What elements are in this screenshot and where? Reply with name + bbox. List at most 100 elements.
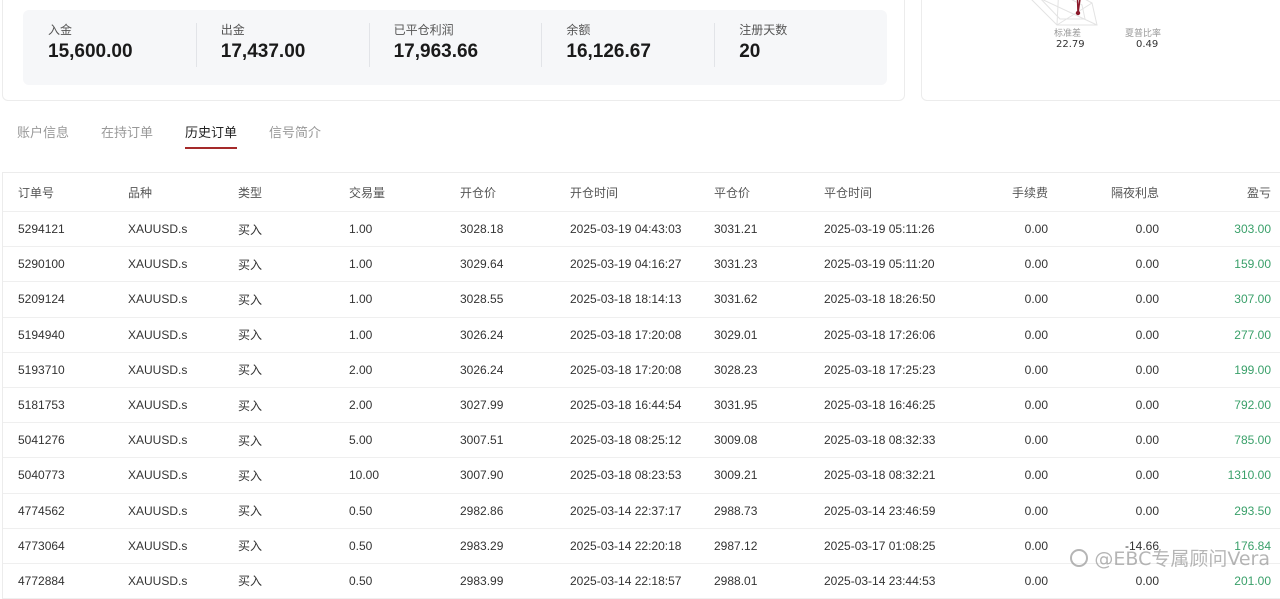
- cell-order-id: 5209124: [18, 292, 65, 307]
- cell-open-price: 3028.18: [460, 222, 504, 237]
- cell-close-price: 3031.21: [714, 222, 758, 237]
- cell-swap: 0.00: [1135, 433, 1159, 448]
- column-header-order-id[interactable]: 订单号: [18, 173, 54, 211]
- cell-close-price: 3029.01: [714, 327, 758, 342]
- cell-fee: 0.00: [1024, 398, 1048, 413]
- cell-volume: 0.50: [349, 573, 373, 588]
- cell-open-time: 2025-03-18 16:44:54: [570, 398, 682, 413]
- cell-fee: 0.00: [1024, 292, 1048, 307]
- column-header-pnl[interactable]: 盈亏: [1247, 173, 1271, 211]
- cell-swap: 0.00: [1135, 257, 1159, 272]
- cell-symbol: XAUUSD.s: [128, 362, 188, 377]
- cell-order-id: 5194940: [18, 327, 65, 342]
- radar-label-stddev: 标准差: [1054, 29, 1082, 39]
- stat-label: 注册天数: [739, 23, 788, 37]
- table-row[interactable]: 5290100 XAUUSD.s 买入 1.00 3029.64 2025-03-19 0…: [3, 247, 1280, 283]
- cell-open-time: 2025-03-18 17:20:08: [570, 327, 682, 342]
- column-header-type[interactable]: 类型: [238, 173, 262, 211]
- cell-order-id: 5294121: [18, 222, 65, 237]
- cell-close-time: 2025-03-19 05:11:26: [824, 222, 935, 237]
- cell-fee: 0.00: [1024, 573, 1048, 588]
- tab-signal-intro[interactable]: 信号简介: [269, 122, 321, 149]
- cell-pnl: 785.00: [1234, 433, 1271, 448]
- cell-open-price: 2983.29: [460, 538, 504, 553]
- column-header-swap[interactable]: 隔夜利息: [1111, 173, 1159, 211]
- column-header-close-time[interactable]: 平仓时间: [824, 173, 872, 211]
- cell-pnl: 159.00: [1234, 257, 1271, 272]
- tab-account-info[interactable]: 账户信息: [17, 122, 69, 149]
- cell-open-time: 2025-03-14 22:18:57: [570, 573, 682, 588]
- radar-point: [1075, 10, 1081, 16]
- cell-type: 买入: [238, 328, 263, 343]
- table-header-row: 订单号 品种 类型 交易量 开仓价 开仓时间 平仓价 平仓时间 手续费 隔夜利息…: [3, 173, 1280, 212]
- cell-type: 买入: [238, 257, 263, 272]
- cell-close-price: 2988.01: [714, 573, 758, 588]
- table-row[interactable]: 5194940 XAUUSD.s 买入 1.00 3026.24 2025-03-18 1…: [3, 318, 1280, 353]
- cell-order-id: 5181753: [18, 398, 65, 413]
- cell-close-price: 3031.62: [714, 292, 758, 307]
- cell-swap: 0.00: [1135, 503, 1159, 518]
- stat-withdrawal: 出金 17,437.00: [195, 10, 369, 85]
- column-header-symbol[interactable]: 品种: [128, 173, 152, 211]
- cell-open-price: 3028.55: [460, 292, 504, 307]
- stat-label: 入金: [48, 23, 73, 37]
- cell-type: 买入: [238, 363, 263, 378]
- column-header-fee[interactable]: 手续费: [1012, 173, 1048, 211]
- tab-order-history[interactable]: 历史订单: [185, 122, 238, 149]
- table-row[interactable]: 5294121 XAUUSD.s 买入 1.00 3028.18 2025-03-19 0…: [3, 212, 1280, 248]
- table-row[interactable]: 5193710 XAUUSD.s 买入 2.00 3026.24 2025-03-18 1…: [3, 353, 1280, 388]
- cell-close-price: 2988.73: [714, 503, 758, 518]
- watermark-text: @EBC专属顾问Vera: [1094, 548, 1270, 570]
- cell-volume: 2.00: [349, 362, 373, 377]
- cell-symbol: XAUUSD.s: [128, 433, 188, 448]
- cell-order-id: 4772884: [18, 573, 65, 588]
- stat-label: 已平仓利润: [393, 23, 454, 37]
- cell-symbol: XAUUSD.s: [128, 292, 188, 307]
- cell-close-price: 3028.23: [714, 362, 758, 377]
- column-header-open-price[interactable]: 开仓价: [460, 173, 496, 211]
- cell-swap: 0.00: [1135, 292, 1159, 307]
- cell-type: 买入: [238, 504, 263, 519]
- cell-close-time: 2025-03-14 23:44:53: [824, 573, 936, 588]
- cell-order-id: 5041276: [18, 433, 65, 448]
- column-header-close-price[interactable]: 平仓价: [714, 173, 750, 211]
- table-row[interactable]: 5040773 XAUUSD.s 买入 10.00 3007.90 2025-03-18 …: [3, 458, 1280, 494]
- cell-pnl: 792.00: [1234, 398, 1271, 413]
- cell-open-time: 2025-03-18 18:14:13: [570, 292, 682, 307]
- cell-open-time: 2025-03-14 22:20:18: [570, 538, 682, 553]
- cell-type: 买入: [238, 468, 263, 483]
- summary-stats: 入金 15,600.00 出金 17,437.00 已平仓利润 17,963.6…: [23, 10, 887, 85]
- cell-open-time: 2025-03-18 08:23:53: [570, 468, 682, 483]
- cell-fee: 0.00: [1024, 362, 1048, 377]
- tab-open-orders[interactable]: 在持订单: [101, 122, 153, 149]
- radar-axis: [1056, 2, 1093, 26]
- stat-label: 余额: [566, 23, 591, 37]
- cell-fee: 0.00: [1024, 468, 1048, 483]
- cell-pnl: 277.00: [1234, 327, 1271, 342]
- stat-closed-profit: 已平仓利润 17,963.66: [368, 10, 542, 85]
- cell-volume: 2.00: [349, 398, 373, 413]
- cell-open-price: 2983.99: [460, 573, 504, 588]
- stat-value: 17,963.66: [393, 41, 479, 62]
- cell-close-price: 3031.95: [714, 398, 758, 413]
- cell-volume: 1.00: [349, 292, 373, 307]
- cell-open-price: 3029.64: [460, 257, 504, 272]
- table-row[interactable]: 5181753 XAUUSD.s 买入 2.00 3027.99 2025-03-18 1…: [3, 388, 1280, 424]
- table-row[interactable]: 5209124 XAUUSD.s 买入 1.00 3028.55 2025-03-18 1…: [3, 282, 1280, 318]
- cell-order-id: 5040773: [18, 468, 65, 483]
- cell-close-price: 3031.23: [714, 257, 758, 272]
- column-header-volume[interactable]: 交易量: [349, 173, 385, 211]
- cell-volume: 5.00: [349, 433, 373, 448]
- column-header-open-time[interactable]: 开仓时间: [570, 173, 618, 211]
- cell-open-price: 3026.24: [460, 327, 504, 342]
- stat-balance: 余额 16,126.67: [541, 10, 714, 85]
- cell-fee: 0.00: [1024, 538, 1048, 553]
- cell-fee: 0.00: [1024, 503, 1048, 518]
- table-row[interactable]: 4774562 XAUUSD.s 买入 0.50 2982.86 2025-03-14 2…: [3, 494, 1280, 529]
- cell-volume: 1.00: [349, 257, 373, 272]
- order-history-table: 订单号 品种 类型 交易量 开仓价 开仓时间 平仓价 平仓时间 手续费 隔夜利息…: [2, 172, 1280, 599]
- account-summary-card: 入金 15,600.00 出金 17,437.00 已平仓利润 17,963.6…: [2, 0, 905, 101]
- cell-open-time: 2025-03-19 04:16:27: [570, 257, 682, 272]
- table-row[interactable]: 5041276 XAUUSD.s 买入 5.00 3007.51 2025-03-18 0…: [3, 423, 1280, 459]
- cell-pnl: 199.00: [1234, 362, 1271, 377]
